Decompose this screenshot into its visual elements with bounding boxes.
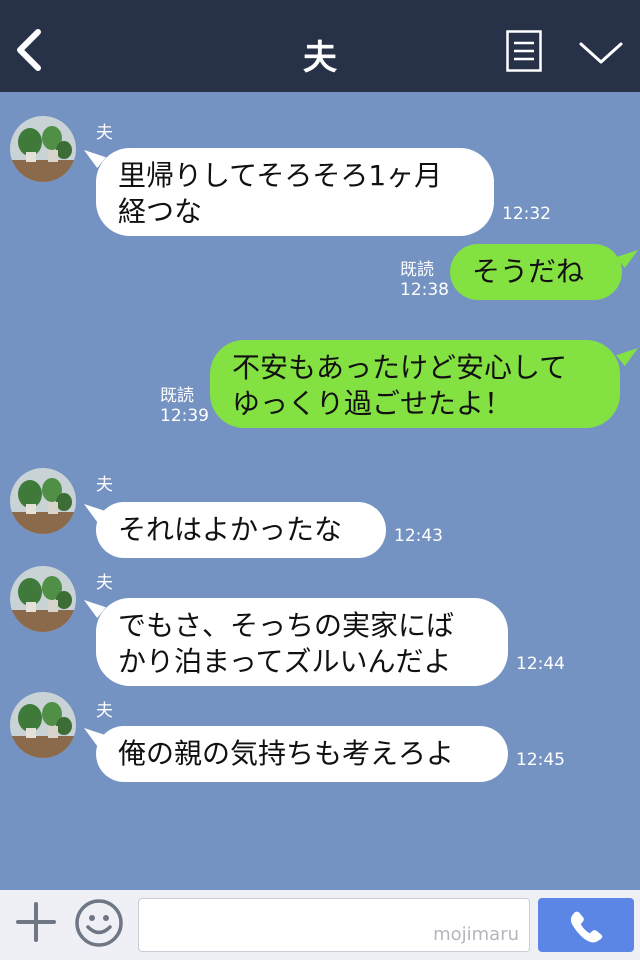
collapse-button[interactable] [578, 38, 624, 68]
add-button[interactable] [14, 900, 58, 944]
message-bubble[interactable]: でもさ、そっちの実家にば かり泊まってズルいんだよ [96, 598, 508, 686]
message-bubble[interactable]: 里帰りしてそろそろ1ヶ月 経つな [96, 148, 494, 236]
message-time: 12:38 [400, 280, 449, 300]
plant-avatar-icon [10, 468, 76, 534]
smiley-icon [75, 899, 123, 947]
watermark-text: mojimaru [433, 924, 519, 945]
plant-avatar-icon [10, 692, 76, 758]
chat-title: 夫 [303, 38, 337, 78]
message-bubble[interactable]: 俺の親の気持ちも考えろよ [96, 726, 508, 782]
message-input[interactable]: mojimaru [138, 898, 530, 952]
chat-header: 夫 [0, 0, 640, 92]
menu-button[interactable] [506, 30, 542, 72]
emoji-button[interactable] [74, 898, 124, 948]
message-time: 12:44 [516, 654, 565, 674]
message-bubble[interactable]: それはよかったな [96, 502, 386, 558]
read-label: 既読 [160, 386, 194, 406]
plant-avatar-icon [10, 116, 76, 182]
sender-name: 夫 [96, 123, 113, 143]
sender-name: 夫 [96, 475, 113, 495]
message-time: 12:39 [160, 406, 209, 426]
avatar[interactable] [10, 692, 76, 758]
message-time: 12:45 [516, 750, 565, 770]
message-bubble[interactable]: 不安もあったけど安心して ゆっくり過ごせたよ！ [210, 340, 620, 428]
avatar[interactable] [10, 468, 76, 534]
input-bar: mojimaru [0, 890, 640, 960]
chat-area[interactable]: 夫 里帰りしてそろそろ1ヶ月 経つな 12:32 既読 12:38 そうだね 既… [0, 92, 640, 890]
read-receipt: 既読 12:39 [160, 386, 209, 426]
bubble-tail [616, 348, 638, 366]
phone-icon [570, 911, 603, 943]
avatar[interactable] [10, 116, 76, 182]
list-icon [506, 30, 542, 72]
plant-avatar-icon [10, 566, 76, 632]
plus-icon [16, 902, 56, 942]
call-button[interactable] [538, 898, 634, 952]
message-bubble[interactable]: そうだね [450, 244, 622, 300]
avatar[interactable] [10, 566, 76, 632]
sender-name: 夫 [96, 573, 113, 593]
message-time: 12:32 [502, 204, 551, 224]
message-time: 12:43 [394, 526, 443, 546]
read-label: 既読 [400, 260, 434, 280]
read-receipt: 既読 12:38 [400, 260, 449, 300]
chevron-down-icon [579, 42, 623, 64]
sender-name: 夫 [96, 701, 113, 721]
